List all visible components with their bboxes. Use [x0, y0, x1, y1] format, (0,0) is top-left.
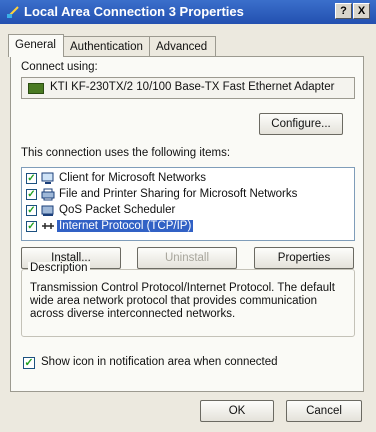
- components-list[interactable]: ✓ Client for Microsoft Networks ✓ File a…: [21, 167, 355, 241]
- tab-authentication[interactable]: Authentication: [63, 36, 150, 56]
- list-item[interactable]: ✓ File and Printer Sharing for Microsoft…: [26, 187, 346, 203]
- uninstall-button-label: Uninstall: [164, 252, 210, 264]
- item-label: File and Printer Sharing for Microsoft N…: [59, 188, 298, 200]
- item-checkbox[interactable]: ✓: [26, 173, 37, 184]
- window-title: Local Area Connection 3 Properties: [24, 4, 244, 19]
- network-connection-icon: [6, 5, 20, 19]
- item-checkbox[interactable]: ✓: [26, 189, 37, 200]
- item-label: Internet Protocol (TCP/IP): [57, 220, 194, 232]
- list-item[interactable]: ✓ QoS Packet Scheduler: [26, 203, 346, 219]
- description-group: Description Transmission Control Protoco…: [21, 262, 355, 337]
- list-item[interactable]: ✓ Client for Microsoft Networks: [26, 171, 346, 187]
- item-checkbox[interactable]: ✓: [26, 205, 37, 216]
- close-button[interactable]: X: [353, 3, 370, 19]
- configure-button[interactable]: Configure...: [259, 113, 343, 135]
- cancel-button-label: Cancel: [306, 405, 342, 417]
- tab-general[interactable]: General: [8, 34, 64, 57]
- show-icon-checkbox[interactable]: ✓: [23, 357, 35, 369]
- adapter-display: KTI KF-230TX/2 10/100 Base-TX Fast Ether…: [21, 77, 355, 99]
- printer-sharing-icon: [41, 188, 55, 201]
- help-button[interactable]: ?: [335, 3, 352, 19]
- show-icon-label[interactable]: Show icon in notification area when conn…: [41, 356, 278, 368]
- properties-button[interactable]: Properties: [254, 247, 354, 269]
- item-checkbox[interactable]: ✓: [26, 221, 37, 232]
- list-item[interactable]: ✓ Internet Protocol (TCP/IP): [26, 219, 346, 235]
- dialog-body: General Authentication Advanced Connect …: [0, 24, 376, 432]
- item-label: Client for Microsoft Networks: [59, 172, 206, 184]
- item-label: QoS Packet Scheduler: [59, 204, 176, 216]
- cancel-button[interactable]: Cancel: [286, 400, 362, 422]
- uninstall-button[interactable]: Uninstall: [137, 247, 237, 269]
- adapter-name: KTI KF-230TX/2 10/100 Base-TX Fast Ether…: [50, 81, 335, 93]
- scheduler-icon: [41, 204, 55, 217]
- configure-button-label: Configure...: [271, 118, 331, 130]
- description-text: Transmission Control Protocol/Internet P…: [30, 282, 335, 320]
- protocol-icon: [41, 220, 55, 233]
- ok-button[interactable]: OK: [200, 400, 274, 422]
- network-client-icon: [41, 172, 55, 185]
- properties-button-label: Properties: [277, 252, 331, 264]
- tab-advanced[interactable]: Advanced: [149, 36, 216, 56]
- items-label: This connection uses the following items…: [21, 147, 231, 159]
- ok-button-label: OK: [228, 405, 246, 417]
- network-card-icon: [28, 83, 44, 94]
- connect-using-label: Connect using:: [21, 61, 98, 73]
- title-bar: Local Area Connection 3 Properties ? X: [0, 0, 376, 24]
- description-legend: Description: [28, 262, 90, 274]
- general-panel: Connect using: KTI KF-230TX/2 10/100 Bas…: [10, 56, 364, 392]
